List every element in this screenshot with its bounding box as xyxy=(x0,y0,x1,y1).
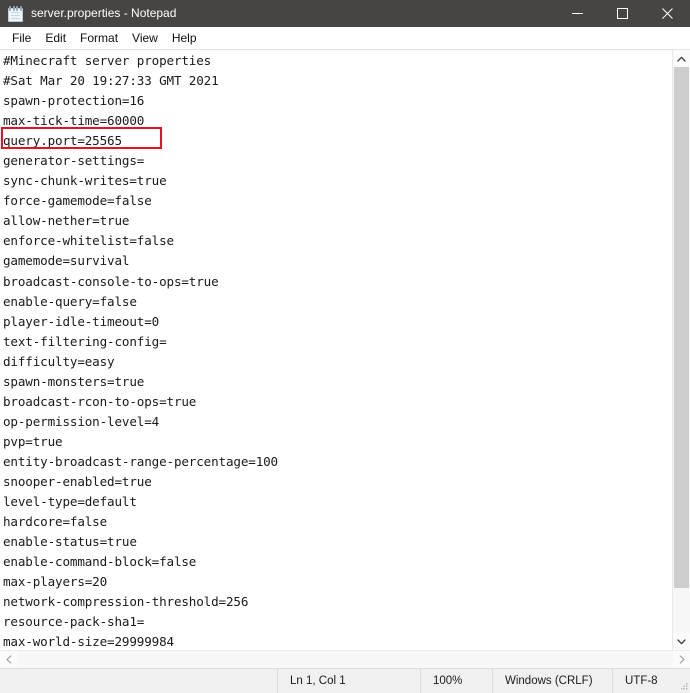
editor-line: #Sat Mar 20 19:27:33 GMT 2021 xyxy=(3,73,219,89)
editor-line: broadcast-rcon-to-ops=true xyxy=(3,393,197,409)
notepad-window: server.properties - Notepad File Edit Fo… xyxy=(0,0,690,693)
editor-line: enable-query=false xyxy=(3,293,137,309)
horizontal-scrollbar[interactable] xyxy=(0,650,690,668)
editor-line: max-tick-time=60000 xyxy=(3,113,145,129)
status-bar-spacer xyxy=(0,669,277,693)
editor-line: entity-broadcast-range-percentage=100 xyxy=(3,453,278,469)
editor-line: difficulty=easy xyxy=(3,353,115,369)
editor-line: gamemode=survival xyxy=(3,253,130,269)
menu-item-format[interactable]: Format xyxy=(73,28,125,48)
editor-line: text-filtering-config= xyxy=(3,333,167,349)
editor-line: network-compression-threshold=256 xyxy=(3,594,249,610)
menu-item-help[interactable]: Help xyxy=(165,28,204,48)
editor-line: resource-pack-sha1= xyxy=(3,614,145,630)
chevron-right-icon xyxy=(679,655,685,664)
title-bar[interactable]: server.properties - Notepad xyxy=(0,0,690,27)
window-controls xyxy=(555,0,690,27)
editor-line: enable-status=true xyxy=(3,534,137,550)
menu-item-view[interactable]: View xyxy=(125,28,165,48)
editor-line: query.port=25565 xyxy=(3,133,122,149)
editor-line: enable-command-block=false xyxy=(3,554,197,570)
editor-line: max-world-size=29999984 xyxy=(3,634,174,650)
close-button[interactable] xyxy=(645,0,690,27)
editor-line: #Minecraft server properties xyxy=(3,53,212,68)
title-bar-left: server.properties - Notepad xyxy=(0,0,555,27)
editor-line: level-type=default xyxy=(3,494,137,510)
editor-line: spawn-protection=16 xyxy=(3,93,145,109)
vertical-scroll-track[interactable] xyxy=(673,67,690,633)
editor-line: force-gamemode=false xyxy=(3,193,152,209)
status-bar: Ln 1, Col 1 100% Windows (CRLF) UTF-8 xyxy=(0,668,690,693)
chevron-left-icon xyxy=(5,655,11,664)
scroll-left-button[interactable] xyxy=(0,651,17,668)
editor-line: generator-settings= xyxy=(3,153,145,169)
status-cursor-position: Ln 1, Col 1 xyxy=(277,669,420,693)
editor-line: player-idle-timeout=0 xyxy=(3,313,160,329)
window-title: server.properties - Notepad xyxy=(31,6,177,20)
vertical-scrollbar[interactable] xyxy=(672,50,690,650)
menu-item-file[interactable]: File xyxy=(5,28,38,48)
minimize-button[interactable] xyxy=(555,0,600,27)
scroll-up-button[interactable] xyxy=(673,50,690,67)
status-zoom-level[interactable]: 100% xyxy=(420,669,492,693)
close-icon xyxy=(662,8,673,19)
chevron-down-icon xyxy=(677,638,686,644)
scroll-down-button[interactable] xyxy=(673,633,690,650)
maximize-icon xyxy=(617,8,628,19)
editor-line: pvp=true xyxy=(3,433,63,449)
minimize-icon xyxy=(572,13,583,14)
maximize-button[interactable] xyxy=(600,0,645,27)
editor-line: hardcore=false xyxy=(3,514,108,530)
editor-line: allow-nether=true xyxy=(3,213,130,229)
notepad-icon xyxy=(8,5,23,22)
editor-line: enforce-whitelist=false xyxy=(3,233,174,249)
status-line-ending: Windows (CRLF) xyxy=(492,669,612,693)
editor-line: op-permission-level=4 xyxy=(3,413,160,429)
text-editor[interactable]: #Minecraft server properties #Sat Mar 20 … xyxy=(0,50,672,650)
menu-bar: File Edit Format View Help xyxy=(0,27,690,49)
editor-line: spawn-monsters=true xyxy=(3,373,145,389)
resize-grip-icon[interactable] xyxy=(678,681,688,691)
scroll-right-button[interactable] xyxy=(673,651,690,668)
menu-item-edit[interactable]: Edit xyxy=(38,28,73,48)
editor-line: sync-chunk-writes=true xyxy=(3,173,167,189)
editor-line: broadcast-console-to-ops=true xyxy=(3,273,219,289)
vertical-scroll-thumb[interactable] xyxy=(674,67,689,588)
editor-line: max-players=20 xyxy=(3,574,108,590)
editor-line: snooper-enabled=true xyxy=(3,473,152,489)
editor-area: #Minecraft server properties #Sat Mar 20 … xyxy=(0,49,690,650)
horizontal-scroll-track[interactable] xyxy=(17,651,673,668)
chevron-up-icon xyxy=(677,56,686,62)
